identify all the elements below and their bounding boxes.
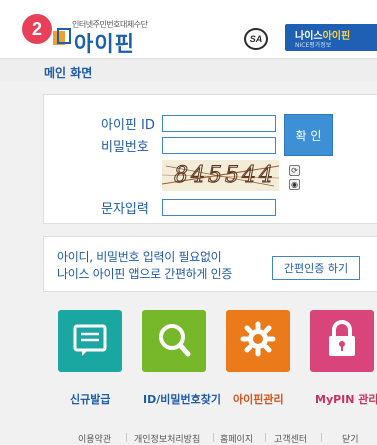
footer-separator (265, 433, 266, 442)
login-panel: 아이핀 ID 비밀번호 확 인 845544 ⟳ ◉ 문자입력 (43, 94, 377, 224)
new-issue-tile[interactable] (58, 310, 122, 372)
captcha-text: 845544 (174, 163, 276, 189)
password-label: 비밀번호 (101, 140, 149, 155)
magnifier-icon (159, 324, 191, 357)
captcha-input-label: 문자입력 (101, 202, 149, 217)
footer-link-privacy[interactable]: 개인정보처리방침 (134, 432, 200, 445)
new-issue-label[interactable]: 신규발급 (70, 391, 110, 407)
captcha-input[interactable] (162, 199, 276, 216)
footer-link-support[interactable]: 고객센터 (274, 432, 307, 445)
lock-icon (329, 320, 355, 356)
ipin-manage-label[interactable]: 아이핀관리 (233, 391, 284, 407)
logo-text: 아이핀 (74, 32, 135, 56)
nice-ipin-brand: 나이스아이핀 NICE평가정보 (285, 24, 377, 51)
find-id-password-tile[interactable] (142, 310, 206, 372)
nice-subtitle: NICE평가정보 (295, 42, 332, 49)
ipin-id-label: 아이핀 ID (101, 118, 155, 133)
page: 2 인터넷주민번호대체수단 아이핀 SA 나이스아이핀 NICE평가정보 메인 … (0, 0, 377, 445)
title-bar: 메인 화면 (0, 58, 377, 82)
captcha-image: 845544 (162, 160, 279, 191)
password-input[interactable] (162, 137, 276, 154)
id-card-icon (73, 324, 107, 356)
find-id-password-label[interactable]: ID/비밀번호찾기 (143, 391, 221, 407)
footer-separator (126, 433, 127, 442)
ipin-logo-icon (53, 28, 71, 45)
footer-link-homepage[interactable]: 홈페이지 (220, 432, 253, 445)
page-title: 메인 화면 (44, 66, 93, 80)
simple-auth-line1: 아이디, 비밀번호 입력이 필요없이 (57, 250, 222, 264)
sa-certification-seal: SA (244, 28, 268, 50)
captcha-audio-icon[interactable]: ◉ (289, 179, 300, 190)
footer-separator (321, 433, 322, 442)
mypin-manage-label[interactable]: MyPIN 관리 (315, 391, 377, 407)
simple-auth-line2: 나이스 아이핀 앱으로 간편하게 인증 (57, 267, 233, 281)
footer-link-close[interactable]: 닫기 (342, 432, 359, 445)
step-badge: 2 (22, 14, 52, 44)
gear-icon (240, 321, 276, 357)
footer-separator (213, 433, 214, 442)
ipin-id-input[interactable] (162, 115, 276, 132)
confirm-button[interactable]: 확 인 (284, 114, 333, 156)
simple-auth-panel: 아이디, 비밀번호 입력이 필요없이 나이스 아이핀 앱으로 간편하게 인증 간… (43, 236, 377, 292)
ipin-manage-tile[interactable] (226, 310, 290, 372)
header: 2 인터넷주민번호대체수단 아이핀 SA 나이스아이핀 NICE평가정보 (0, 0, 377, 58)
simple-auth-button[interactable]: 간편인증 하기 (272, 256, 360, 280)
mypin-manage-tile[interactable] (310, 310, 374, 372)
footer-link-terms[interactable]: 이용약관 (78, 432, 111, 445)
captcha-refresh-icon[interactable]: ⟳ (289, 165, 300, 176)
